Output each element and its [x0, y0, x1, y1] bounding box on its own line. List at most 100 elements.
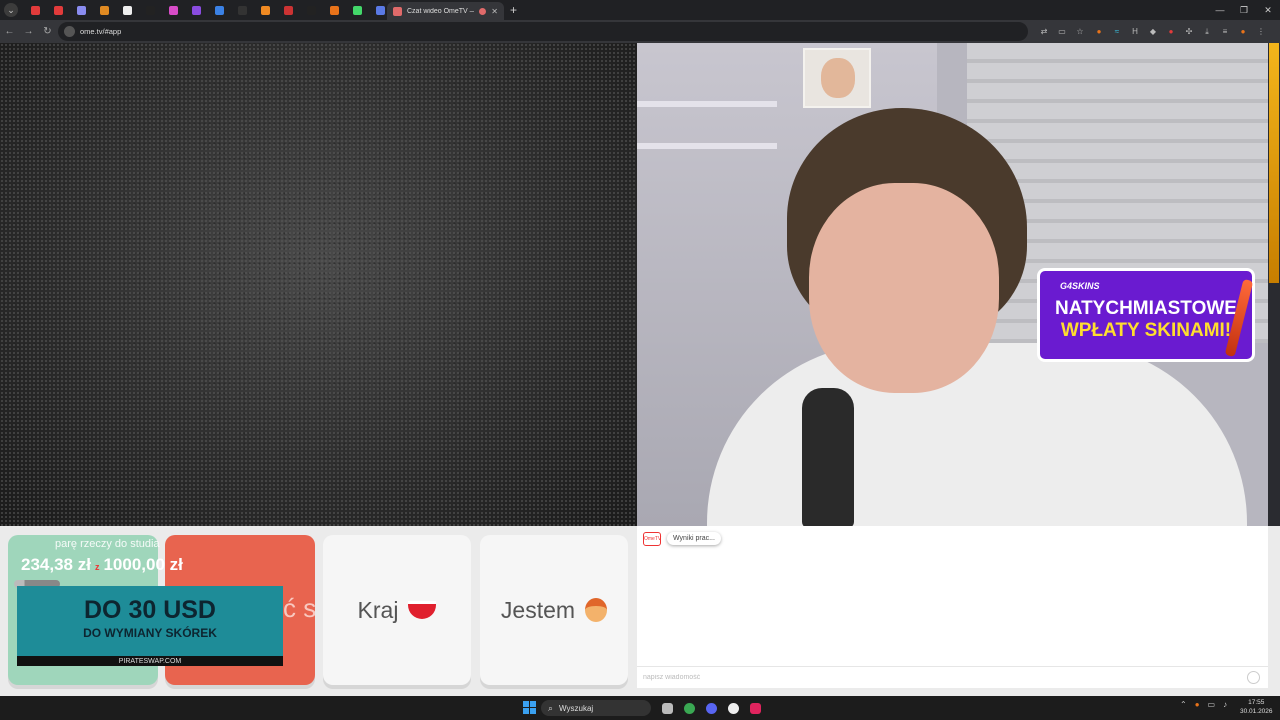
tab-pinned-8[interactable] [185, 0, 208, 20]
microphone [802, 388, 854, 526]
person-face [809, 183, 999, 393]
search-label: Wyszukaj [559, 703, 594, 713]
tiktok-icon[interactable] [744, 698, 766, 718]
tab-pinned-14[interactable] [323, 0, 346, 20]
recording-indicator-icon [479, 7, 487, 15]
bookmark-star-icon[interactable]: ☆ [1071, 20, 1089, 43]
g4skins-logo: G4SKINS [1060, 281, 1100, 291]
task-view-icon[interactable] [656, 698, 678, 718]
chrome-icon[interactable] [678, 698, 700, 718]
download-icon[interactable]: ⤓ [1198, 20, 1216, 43]
extension-5-icon[interactable]: ● [1162, 20, 1180, 43]
pinned-tabs [24, 0, 392, 20]
chat-message: Wyniki prac... [667, 532, 721, 545]
taskbar-clock[interactable]: 17:55 30.01.2026 [1240, 698, 1273, 716]
extension-3-icon[interactable]: H [1126, 20, 1144, 43]
clock-date: 30.01.2026 [1240, 708, 1273, 715]
tab-pinned-9[interactable] [208, 0, 231, 20]
tray-chevron-icon[interactable]: ⌃ [1180, 700, 1187, 709]
shelf [637, 143, 777, 149]
tab-pinned-15[interactable] [346, 0, 369, 20]
cast-icon[interactable]: ▭ [1053, 20, 1071, 43]
address-actions: ⇄ ▭ ☆ [1035, 20, 1089, 43]
promo-site: PIRATESWAP.COM [118, 658, 182, 665]
reload-button[interactable]: ↻ [38, 26, 57, 37]
close-tab-icon[interactable]: ✕ [491, 7, 498, 16]
tab-pinned-7[interactable] [162, 0, 185, 20]
overlay-strip [1268, 43, 1280, 526]
tab-pinned-2-favicon-icon [54, 5, 63, 15]
tab-pinned-4-favicon-icon [100, 5, 109, 15]
me-label: Jestem [500, 596, 576, 623]
forward-button[interactable]: → [19, 26, 38, 37]
donation-goal-amount: 234,38 zł z 1000,00 zł [21, 555, 183, 575]
tab-strip: ⌄ Czat wideo OmeTV — alter ✕ + — ❐ ✕ [0, 0, 1280, 20]
tab-pinned-1-favicon-icon [31, 5, 40, 15]
tab-pinned-14-favicon-icon [330, 5, 339, 15]
ometv-page: G4SKINS NATYCHMIASTOWE WPŁATY SKINAMI! ć… [0, 43, 1280, 696]
shield-icon[interactable]: ◆ [1144, 20, 1162, 43]
volume-icon[interactable]: ♪ [1223, 700, 1227, 709]
emoji-icon[interactable] [1247, 671, 1260, 684]
tab-pinned-11[interactable] [254, 0, 277, 20]
tab-pinned-3[interactable] [70, 0, 93, 20]
tab-pinned-1[interactable] [24, 0, 47, 20]
profile-avatar[interactable]: ● [1234, 20, 1252, 43]
tab-pinned-15-favicon-icon [353, 5, 362, 15]
tab-pinned-2[interactable] [47, 0, 70, 20]
tab-pinned-13[interactable] [300, 0, 323, 20]
country-selector[interactable]: Kraj [323, 535, 471, 685]
tab-pinned-10[interactable] [231, 0, 254, 20]
toolbar: ← → ↻ ome.tv/#app ⇄ ▭ ☆ ● ≈ H ◆ ● ✣ ⤓ ≡ … [0, 20, 1280, 43]
tab-pinned-7-favicon-icon [169, 5, 178, 15]
tab-pinned-6[interactable] [139, 0, 162, 20]
chat-input[interactable] [637, 666, 1268, 688]
menu-icon[interactable]: ⋮ [1252, 20, 1270, 43]
gender-selector[interactable]: Jestem [480, 535, 628, 685]
minimize-button[interactable]: — [1208, 0, 1232, 20]
tab-pinned-12-favicon-icon [284, 5, 293, 15]
tab-pinned-4[interactable] [93, 0, 116, 20]
tab-pinned-8-favicon-icon [192, 5, 201, 15]
tab-ometv[interactable]: Czat wideo OmeTV — alter ✕ [387, 2, 504, 20]
tab-pinned-13-favicon-icon [307, 5, 316, 15]
pirateswap-ad: DO 30 USD DO WYMIANY SKÓREK PIRATESWAP.C… [17, 586, 283, 666]
tab-pinned-10-favicon-icon [238, 5, 247, 15]
window-controls: — ❐ ✕ [1208, 0, 1280, 20]
back-button[interactable]: ← [0, 26, 19, 37]
ometv-logo: OmeTV [643, 532, 661, 546]
address-bar[interactable]: ome.tv/#app [58, 22, 1028, 41]
clock-time: 17:55 [1248, 699, 1265, 706]
goal-target: 1000,00 zł [103, 555, 183, 574]
reading-list-icon[interactable]: ≡ [1216, 20, 1234, 43]
g4skins-ad: G4SKINS NATYCHMIASTOWE WPŁATY SKINAMI! [1037, 268, 1255, 362]
discord-icon[interactable] [700, 698, 722, 718]
promo-line-1: DO 30 USD [84, 596, 216, 624]
promo-line-2: DO WYMIANY SKÓREK [83, 626, 217, 640]
system-tray: ⌃ ● ▭ ♪ [1180, 700, 1227, 709]
tab-pinned-9-favicon-icon [215, 5, 224, 15]
tab-title: Czat wideo OmeTV — alter [407, 7, 474, 15]
search-icon: ⌕ [548, 702, 554, 713]
taskbar-search[interactable]: ⌕ Wyszukaj [541, 700, 651, 716]
network-icon[interactable]: ▭ [1208, 700, 1216, 709]
tab-pinned-3-favicon-icon [77, 5, 86, 15]
windows-start-icon[interactable] [523, 701, 536, 714]
puzzle-icon[interactable]: ✣ [1180, 20, 1198, 43]
donation-goal-label: parę rzeczy do studia [55, 538, 160, 550]
translate-icon[interactable]: ⇄ [1035, 20, 1053, 43]
site-info-icon[interactable] [64, 26, 75, 37]
maximize-button[interactable]: ❐ [1232, 0, 1256, 20]
goal-current: 234,38 zł [21, 555, 91, 574]
tab-pinned-5[interactable] [116, 0, 139, 20]
close-window-button[interactable]: ✕ [1256, 0, 1280, 20]
tray-app-icon[interactable]: ● [1195, 700, 1200, 709]
obs-icon[interactable] [722, 698, 744, 718]
tab-search-button[interactable]: ⌄ [4, 3, 18, 17]
extension-1-icon[interactable]: ● [1090, 20, 1108, 43]
tab-pinned-12[interactable] [277, 0, 300, 20]
extension-2-icon[interactable]: ≈ [1108, 20, 1126, 43]
tab-pinned-6-favicon-icon [146, 5, 155, 15]
new-tab-button[interactable]: + [510, 3, 517, 17]
overlay-strip-accent [1269, 43, 1279, 283]
